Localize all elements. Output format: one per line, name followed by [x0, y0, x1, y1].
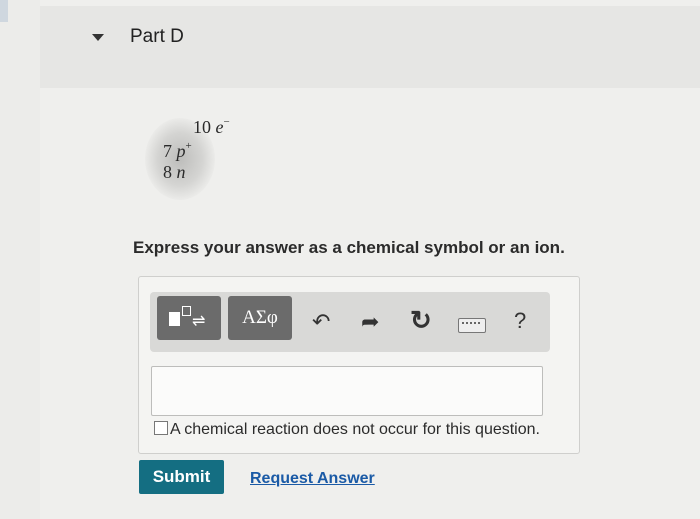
reset-icon[interactable]: ↻ [410, 305, 432, 336]
proton-number: 7 [163, 141, 172, 161]
electron-symbol: e [215, 117, 224, 137]
no-reaction-label[interactable]: A chemical reaction does not occur for t… [170, 421, 540, 439]
electron-count: 10 e− [193, 116, 230, 138]
proton-symbol: p [176, 141, 186, 161]
greek-letters-button[interactable]: ΑΣφ [228, 296, 292, 340]
no-reaction-checkbox[interactable] [154, 421, 168, 435]
neutron-count: 8 n [163, 162, 186, 183]
left-accent [0, 0, 8, 22]
request-answer-link[interactable]: Request Answer [250, 470, 375, 488]
redo-icon[interactable]: ➦ [361, 309, 379, 335]
proton-count: 7 p+ [163, 140, 192, 162]
left-rail [0, 0, 41, 519]
answer-input[interactable] [151, 366, 543, 416]
submit-button[interactable]: Submit [139, 460, 224, 494]
proton-charge: + [185, 140, 192, 152]
part-title: Part D [130, 26, 184, 47]
neutron-number: 8 [163, 162, 172, 182]
templates-button[interactable]: ⇌ [157, 296, 221, 340]
question-prompt: Express your answer as a chemical symbol… [133, 238, 565, 257]
electron-charge: − [223, 116, 230, 128]
help-icon[interactable]: ? [514, 308, 526, 334]
collapse-chevron-icon[interactable] [92, 34, 104, 41]
electron-number: 10 [193, 117, 211, 137]
neutron-symbol: n [176, 162, 186, 182]
keyboard-icon[interactable] [458, 318, 486, 333]
undo-icon[interactable]: ↶ [312, 309, 330, 335]
